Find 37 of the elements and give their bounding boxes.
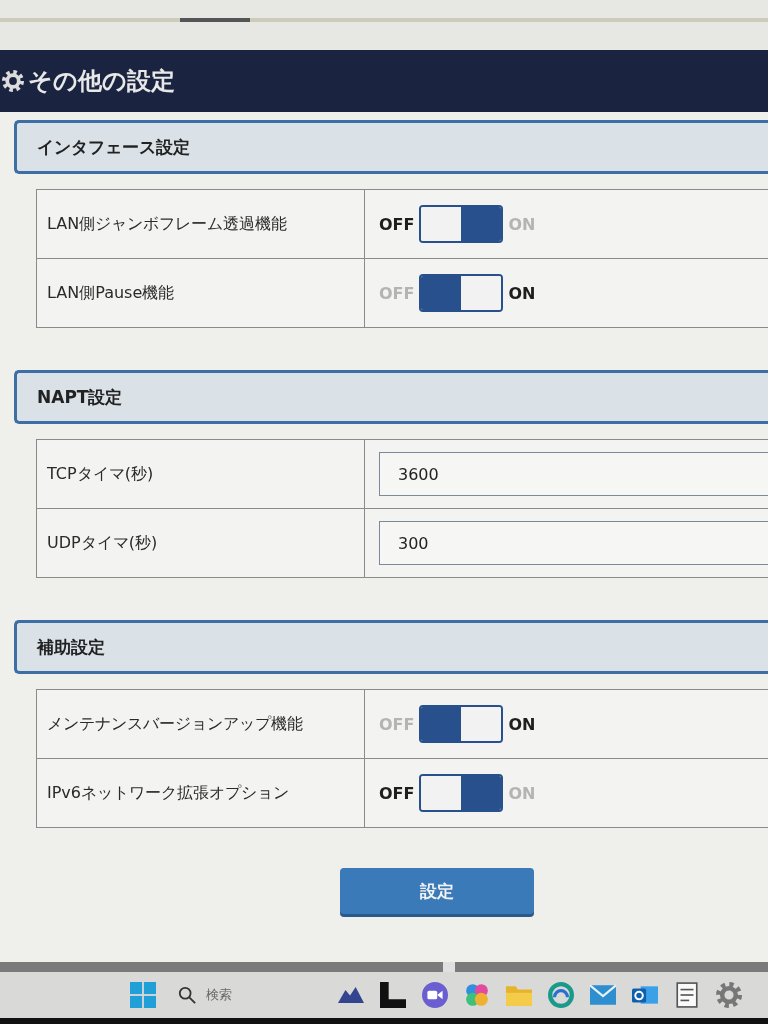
setting-label: TCPタイマ(秒) [47, 463, 154, 485]
submit-button[interactable]: 設定 [340, 868, 534, 914]
corner-icon[interactable] [380, 982, 406, 1008]
toggle-switch[interactable] [419, 274, 504, 312]
search-field[interactable]: 検索 [178, 981, 232, 1009]
setting-label: LAN側Pause機能 [47, 282, 175, 304]
gear-icon [2, 70, 24, 92]
petals-icon[interactable] [464, 982, 490, 1008]
setting-label: LAN側ジャンボフレーム透過機能 [47, 213, 288, 235]
on-label: ON [508, 283, 536, 303]
toggle-switch[interactable] [419, 705, 504, 743]
setting-label: メンテナンスバージョンアップ機能 [47, 713, 303, 735]
section-header: NAPT設定 [14, 370, 768, 424]
off-label: OFF [379, 783, 415, 803]
envelope-icon[interactable] [590, 982, 616, 1008]
search-icon [178, 986, 196, 1004]
toggle-switch[interactable] [419, 205, 504, 243]
ring-icon[interactable] [548, 982, 574, 1008]
section-header: インタフェース設定 [14, 120, 768, 174]
off-label: OFF [379, 714, 415, 734]
setting-label: UDPタイマ(秒) [47, 532, 158, 554]
document-icon[interactable] [674, 982, 700, 1008]
start-icon[interactable] [130, 982, 156, 1008]
setting-label: IPv6ネットワーク拡張オプション [47, 782, 289, 804]
page-title: その他の設定 [28, 66, 175, 97]
input-field[interactable]: 3600 [379, 452, 768, 496]
section-header: 補助設定 [14, 620, 768, 674]
off-label: OFF [379, 283, 415, 303]
on-label: ON [508, 783, 536, 803]
off-label: OFF [379, 214, 415, 234]
tab-underline [180, 18, 250, 22]
video-camera-icon[interactable] [422, 982, 448, 1008]
on-label: ON [508, 714, 536, 734]
gear-icon[interactable] [716, 982, 742, 1008]
toggle-switch[interactable] [419, 774, 504, 812]
on-label: ON [508, 214, 536, 234]
input-field[interactable]: 300 [379, 521, 768, 565]
